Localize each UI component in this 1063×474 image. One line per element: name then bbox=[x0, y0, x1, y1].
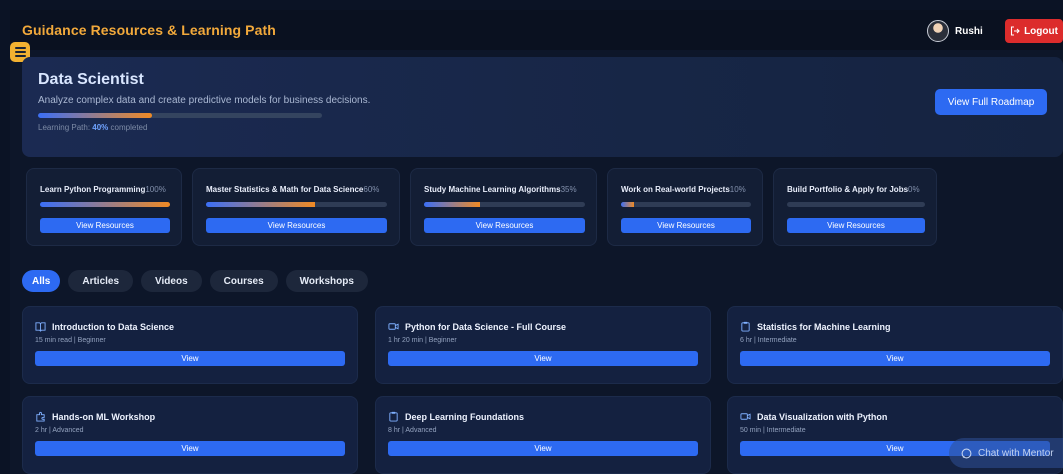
resource-meta: 2 hr | Advanced bbox=[35, 427, 84, 434]
hamburger-icon-line bbox=[14, 55, 26, 57]
clipboard-icon bbox=[740, 321, 751, 332]
learning-path-progress-fill bbox=[38, 113, 152, 118]
path-progress-text: 40% bbox=[92, 123, 109, 132]
step-title: Study Machine Learning Algorithms35% bbox=[424, 185, 577, 194]
view-resources-button[interactable]: View Resources bbox=[787, 218, 925, 233]
resource-title-text: Deep Learning Foundations bbox=[405, 411, 525, 422]
hamburger-icon bbox=[14, 47, 26, 49]
app-frame: Guidance Resources & Learning Path Rushi… bbox=[10, 10, 1063, 474]
video-icon bbox=[388, 321, 399, 332]
user-profile[interactable]: Rushi bbox=[927, 19, 995, 43]
resource-title-text: Data Visualization with Python bbox=[757, 411, 888, 422]
resource-meta: 1 hr 20 min | Beginner bbox=[388, 337, 457, 344]
puzzle-icon bbox=[35, 411, 46, 422]
view-button[interactable]: View bbox=[35, 441, 345, 456]
step-title: Learn Python Programming100% bbox=[40, 185, 166, 194]
step-progress-bar bbox=[424, 202, 585, 207]
step-title: Work on Real-world Projects10% bbox=[621, 185, 746, 194]
step-progress-bar bbox=[40, 202, 170, 207]
step-percent: 100% bbox=[145, 185, 166, 194]
logout-icon bbox=[1011, 26, 1020, 36]
top-bar: Guidance Resources & Learning Path Rushi… bbox=[10, 10, 1063, 50]
step-percent: 35% bbox=[560, 185, 577, 194]
video-icon bbox=[740, 411, 751, 422]
resource-title: Deep Learning Foundations bbox=[388, 411, 524, 422]
step-title-text: Learn Python Programming bbox=[40, 185, 146, 194]
chat-bubble-icon bbox=[961, 448, 972, 458]
filter-chip-courses[interactable]: Courses bbox=[209, 270, 278, 292]
step-progress-bar bbox=[787, 202, 925, 207]
chat-with-mentor-button[interactable]: Chat with Mentor bbox=[949, 438, 1063, 468]
path-prefix: Learning Path: bbox=[38, 123, 91, 132]
learning-step-card: Build Portfolio & Apply for Jobs0% View R… bbox=[773, 168, 937, 246]
path-suffix: completed bbox=[110, 123, 148, 132]
resource-title: Data Visualization with Python bbox=[740, 411, 887, 422]
resource-card: Hands-on ML Workshop 2 hr | Advanced View bbox=[22, 396, 358, 474]
learning-step-card: Master Statistics & Math for Data Scienc… bbox=[192, 168, 400, 246]
step-progress-fill bbox=[424, 202, 481, 207]
avatar[interactable] bbox=[927, 20, 949, 42]
step-percent: 60% bbox=[363, 185, 380, 194]
learning-path-progress-bar bbox=[38, 113, 322, 118]
resource-title: Introduction to Data Science bbox=[35, 321, 174, 332]
resource-title: Python for Data Science - Full Course bbox=[388, 321, 566, 332]
step-percent: 0% bbox=[908, 185, 920, 194]
resource-card: Deep Learning Foundations 8 hr | Advanced… bbox=[375, 396, 711, 474]
view-resources-button[interactable]: View Resources bbox=[206, 218, 387, 233]
step-title: Build Portfolio & Apply for Jobs0% bbox=[787, 185, 920, 194]
view-resources-button[interactable]: View Resources bbox=[621, 218, 751, 233]
resource-card: Statistics for Machine Learning 6 hr | In… bbox=[727, 306, 1063, 384]
filter-chip-videos[interactable]: Videos bbox=[141, 270, 202, 292]
resource-title: Statistics for Machine Learning bbox=[740, 321, 891, 332]
step-progress-bar bbox=[621, 202, 751, 207]
clipboard-icon bbox=[388, 411, 399, 422]
resource-card: Python for Data Science - Full Course 1 h… bbox=[375, 306, 711, 384]
view-button[interactable]: View bbox=[388, 441, 698, 456]
app-title: Guidance Resources & Learning Path bbox=[22, 22, 276, 38]
resource-title-text: Introduction to Data Science bbox=[52, 321, 175, 332]
step-title: Master Statistics & Math for Data Scienc… bbox=[206, 185, 379, 194]
step-title-text: Study Machine Learning Algorithms bbox=[424, 185, 561, 194]
resource-filters: Alls Articles Videos Courses Workshops bbox=[22, 270, 368, 292]
filter-chip-alls[interactable]: Alls bbox=[22, 270, 61, 292]
resource-title-text: Python for Data Science - Full Course bbox=[405, 321, 567, 332]
filter-chip-articles[interactable]: Articles bbox=[68, 270, 134, 292]
step-title-text: Build Portfolio & Apply for Jobs bbox=[787, 185, 909, 194]
resource-title: Hands-on ML Workshop bbox=[35, 411, 155, 422]
logout-button[interactable]: Logout bbox=[1005, 19, 1063, 43]
view-button[interactable]: View bbox=[740, 351, 1050, 366]
learning-step-card: Work on Real-world Projects10% View Resou… bbox=[607, 168, 763, 246]
resource-meta: 15 min read | Beginner bbox=[35, 337, 106, 344]
view-resources-button[interactable]: View Resources bbox=[424, 218, 585, 233]
user-name: Rushi bbox=[955, 25, 983, 37]
view-full-roadmap-button[interactable]: View Full Roadmap bbox=[935, 89, 1047, 115]
view-resources-button[interactable]: View Resources bbox=[40, 218, 170, 233]
step-percent: 10% bbox=[729, 185, 746, 194]
hamburger-icon-line bbox=[14, 51, 26, 53]
resource-title-text: Statistics for Machine Learning bbox=[757, 321, 891, 332]
filter-chip-workshops[interactable]: Workshops bbox=[285, 270, 368, 292]
step-progress-fill bbox=[206, 202, 315, 207]
learning-step-card: Study Machine Learning Algorithms35% View… bbox=[410, 168, 597, 246]
book-icon bbox=[35, 321, 46, 332]
step-title-text: Master Statistics & Math for Data Scienc… bbox=[206, 185, 364, 194]
step-progress-bar bbox=[206, 202, 387, 207]
view-button[interactable]: View bbox=[35, 351, 345, 366]
resource-meta: 6 hr | Intermediate bbox=[740, 337, 797, 344]
learning-step-card: Learn Python Programming100% View Resourc… bbox=[26, 168, 182, 246]
career-path-hero: Data Scientist Analyze complex data and … bbox=[22, 57, 1063, 157]
logout-label: Logout bbox=[1024, 25, 1058, 37]
resource-meta: 8 hr | Advanced bbox=[388, 427, 437, 434]
learning-path-status: Learning Path: 40% completed bbox=[38, 123, 147, 132]
resource-meta: 50 min | Intermediate bbox=[740, 427, 806, 434]
chat-label: Chat with Mentor bbox=[978, 447, 1054, 459]
career-description: Analyze complex data and create predicti… bbox=[38, 95, 371, 106]
step-progress-fill bbox=[40, 202, 170, 207]
step-title-text: Work on Real-world Projects bbox=[621, 185, 730, 194]
career-title: Data Scientist bbox=[38, 71, 144, 88]
resource-title-text: Hands-on ML Workshop bbox=[52, 411, 156, 422]
step-progress-fill bbox=[621, 202, 634, 207]
view-button[interactable]: View bbox=[388, 351, 698, 366]
resource-card: Introduction to Data Science 15 min read … bbox=[22, 306, 358, 384]
